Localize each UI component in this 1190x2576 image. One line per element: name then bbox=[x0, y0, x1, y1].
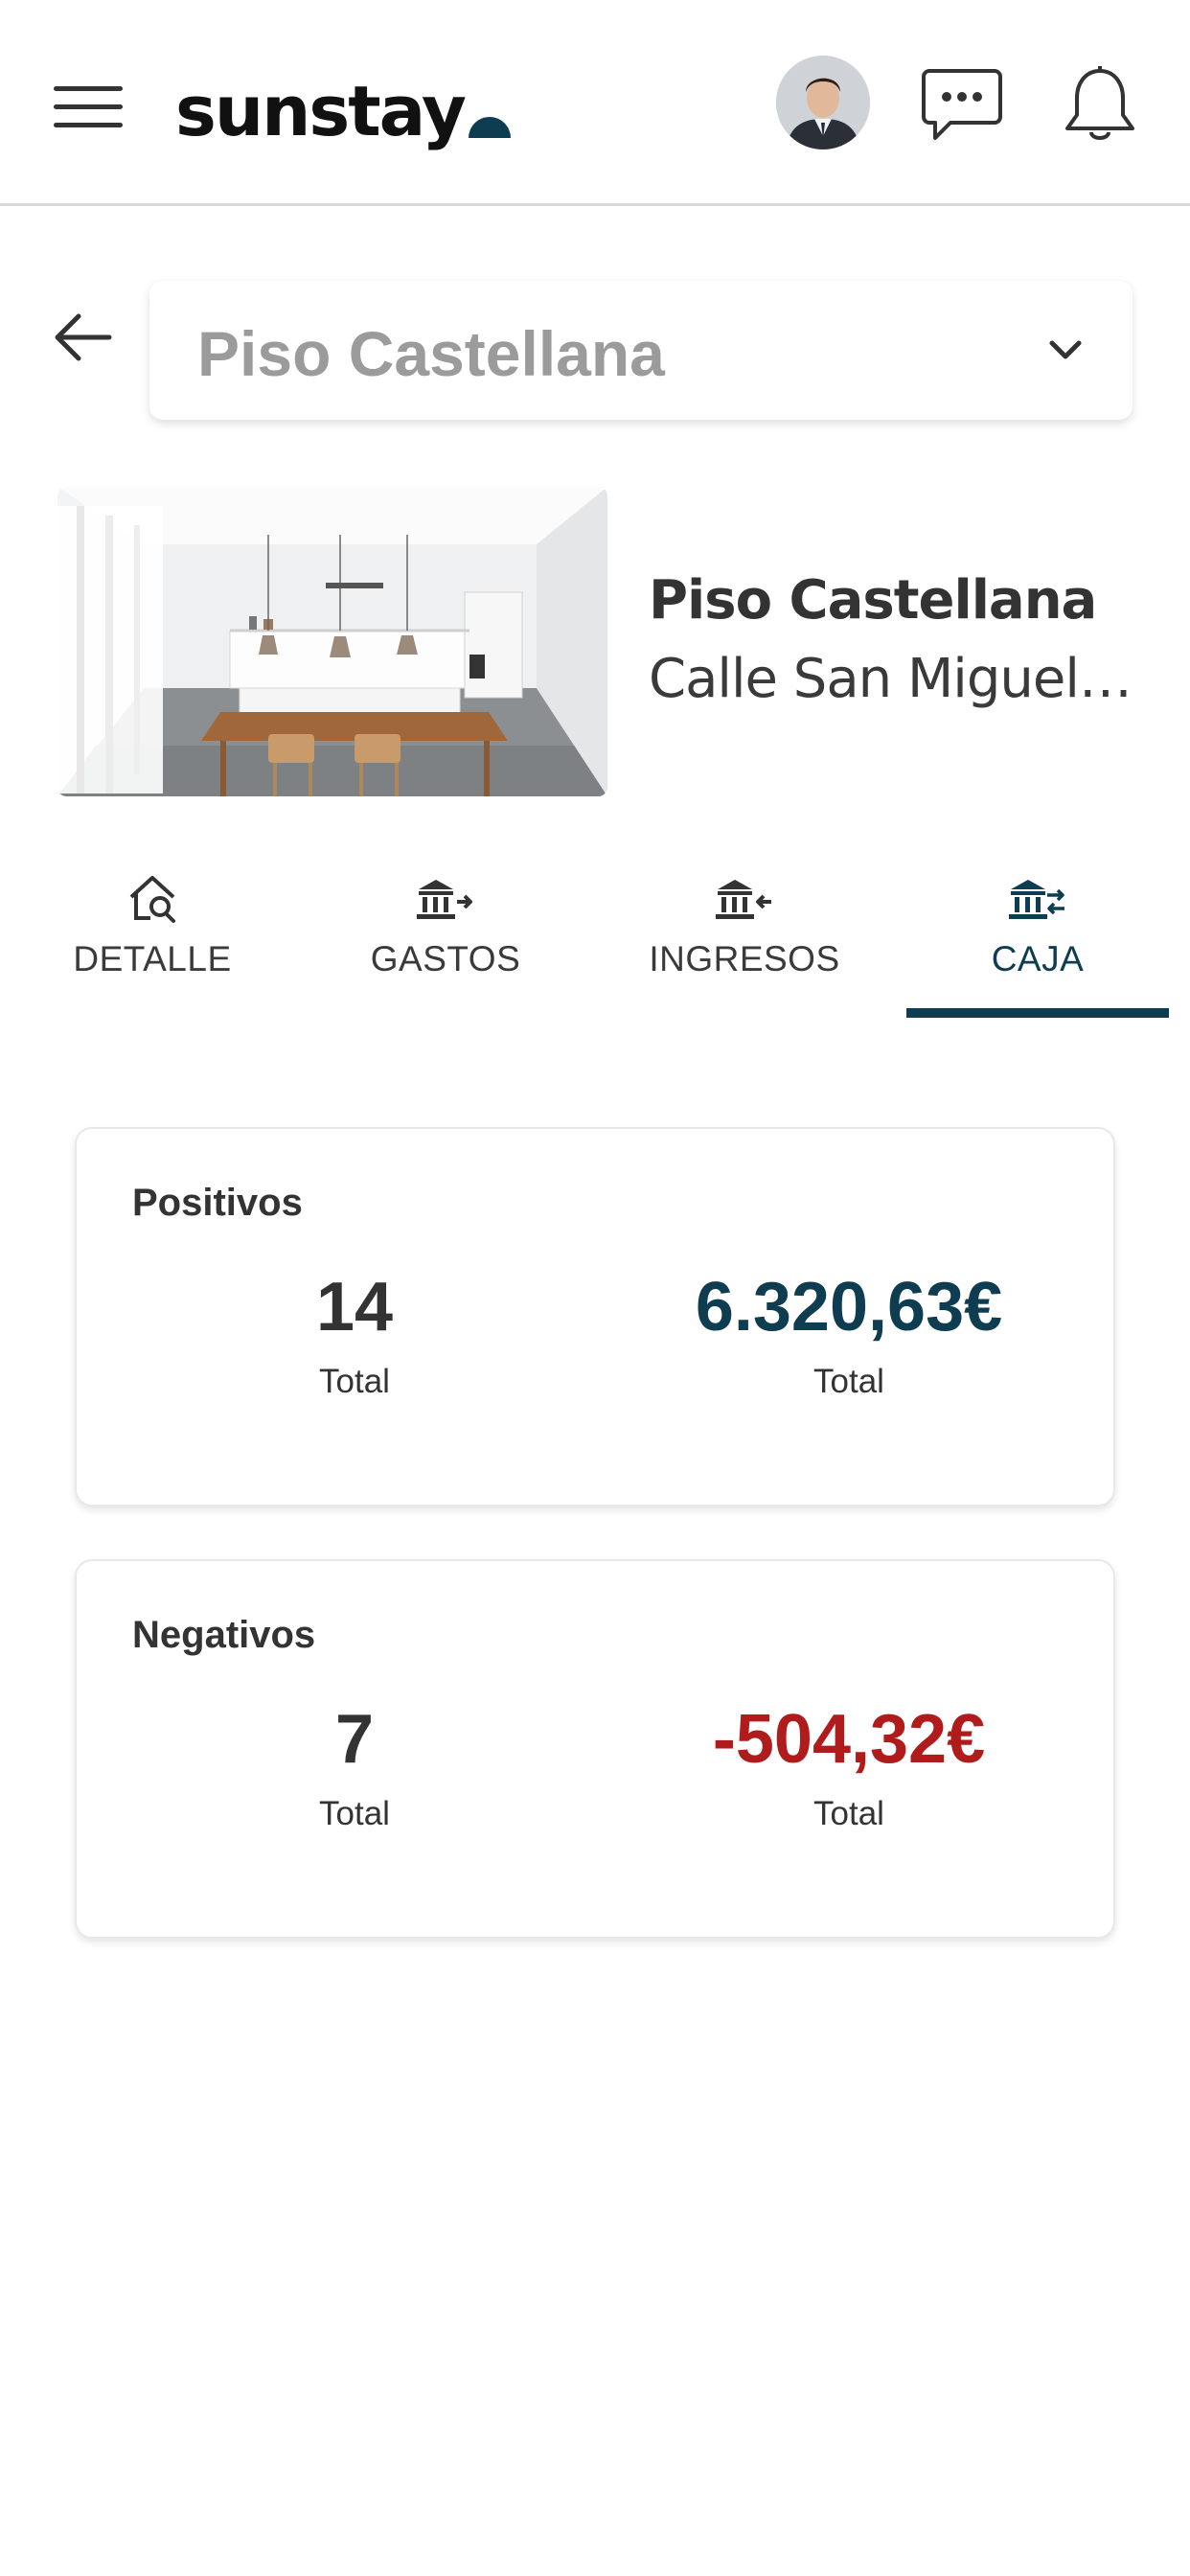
positivos-count: 14 bbox=[315, 1269, 394, 1346]
chat-icon[interactable] bbox=[922, 67, 1002, 144]
logo-text: sunstay bbox=[175, 71, 467, 151]
positivos-amount-stat: 6.320,63€ Total bbox=[609, 1273, 1088, 1401]
negativos-count-caption: Total bbox=[319, 1795, 390, 1832]
positivos-card: Positivos 14 Total 6.320,63€ Total bbox=[75, 1127, 1115, 1506]
tab-caja[interactable]: CAJA bbox=[906, 858, 1169, 1021]
back-arrow-icon[interactable] bbox=[52, 307, 113, 368]
tab-detalle[interactable]: DETALLE bbox=[21, 858, 284, 1021]
tab-ingresos-label: INGRESOS bbox=[649, 939, 840, 978]
menu-icon[interactable] bbox=[54, 86, 123, 128]
tab-caja-label: CAJA bbox=[991, 939, 1085, 978]
positivos-amount: 6.320,63€ bbox=[695, 1269, 1003, 1346]
tab-detalle-label: DETALLE bbox=[73, 939, 232, 978]
sunstay-logo[interactable]: sunstay bbox=[175, 59, 511, 146]
chevron-down-icon bbox=[1046, 331, 1085, 369]
negativos-amount-stat: -504,32€ Total bbox=[609, 1705, 1088, 1833]
negativos-count: 7 bbox=[334, 1701, 375, 1778]
negativos-title: Negativos bbox=[132, 1614, 316, 1656]
property-name: Piso Castellana bbox=[649, 569, 1097, 632]
property-selector-value: Piso Castellana bbox=[197, 318, 665, 389]
property-selector[interactable]: Piso Castellana bbox=[149, 281, 1133, 420]
property-address: Calle San Miguel,5... bbox=[649, 648, 1147, 710]
tab-ingresos[interactable]: INGRESOS bbox=[613, 858, 876, 1021]
positivos-amount-caption: Total bbox=[813, 1363, 884, 1400]
positivos-count-stat: 14 Total bbox=[115, 1273, 594, 1401]
positivos-title: Positivos bbox=[132, 1182, 303, 1224]
bell-icon[interactable] bbox=[1062, 65, 1138, 146]
negativos-card: Negativos 7 Total -504,32€ Total bbox=[75, 1559, 1115, 1939]
positivos-count-caption: Total bbox=[319, 1363, 390, 1400]
logo-dot-icon bbox=[468, 117, 511, 138]
tab-gastos[interactable]: GASTOS bbox=[314, 858, 577, 1021]
negativos-count-stat: 7 Total bbox=[115, 1705, 594, 1833]
negativos-amount: -504,32€ bbox=[712, 1701, 986, 1778]
tab-gastos-label: GASTOS bbox=[370, 939, 521, 978]
negativos-amount-caption: Total bbox=[813, 1795, 884, 1832]
active-tab-indicator bbox=[906, 1008, 1169, 1018]
avatar[interactable] bbox=[776, 56, 870, 150]
app-header: sunstay bbox=[0, 0, 1190, 206]
section-tabs: DETALLE GASTOS INGRESOS CAJA bbox=[0, 858, 1190, 1021]
property-photo bbox=[57, 487, 607, 796]
